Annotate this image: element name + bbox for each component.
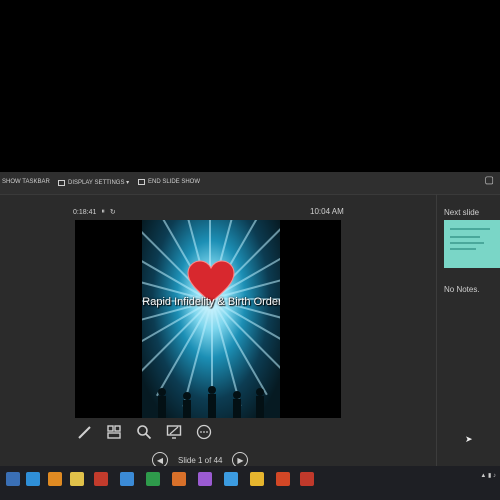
display-icon <box>58 179 65 186</box>
end-slide-show-label: END SLIDE SHOW <box>148 179 201 185</box>
folder-icon[interactable] <box>70 472 84 486</box>
app-icon[interactable] <box>250 472 264 486</box>
more-options-icon[interactable] <box>196 424 212 440</box>
clock: 10:04 AM <box>310 207 344 216</box>
current-slide[interactable]: Rapid Infidelity & Birth Order <box>142 220 280 418</box>
display-settings-button[interactable]: DISPLAY SETTINGS ▾ <box>58 179 129 186</box>
pause-icon[interactable]: ⏸ <box>101 208 105 216</box>
thumb-text-line <box>450 242 484 244</box>
speaker-notes[interactable]: No Notes. <box>444 285 480 294</box>
next-slide-thumbnail[interactable] <box>444 220 500 268</box>
start-icon[interactable] <box>6 472 20 486</box>
system-tray[interactable]: ▲ ▮ ♪ <box>480 472 496 479</box>
word-icon[interactable] <box>120 472 134 486</box>
slides-grid-icon[interactable] <box>106 424 122 440</box>
app-icon[interactable] <box>94 472 108 486</box>
thumb-text-line <box>450 248 476 250</box>
timer: 0:18:41 ⏸ ↻ <box>73 208 116 216</box>
top-black-area <box>0 0 500 172</box>
windows-taskbar: ▲ ▮ ♪ <box>0 466 500 500</box>
powerpoint-icon[interactable] <box>300 472 314 486</box>
mouse-cursor-icon: ➤ <box>465 434 473 444</box>
presenter-view: SHOW TASKBAR DISPLAY SETTINGS ▾ END SLID… <box>0 172 500 468</box>
firefox-icon[interactable] <box>48 472 62 486</box>
outlook-icon[interactable] <box>224 472 238 486</box>
slide-tools <box>76 424 212 440</box>
slide-counter[interactable]: Slide 1 of 44 <box>178 456 222 465</box>
slide-title: Rapid Infidelity & Birth Order <box>142 296 280 308</box>
next-slide-label: Next slide <box>444 208 480 217</box>
show-taskbar-label: SHOW TASKBAR <box>2 179 50 185</box>
show-taskbar-button[interactable]: SHOW TASKBAR <box>2 179 50 185</box>
onenote-icon[interactable] <box>198 472 212 486</box>
excel-icon[interactable] <box>146 472 160 486</box>
ie-icon[interactable] <box>26 472 40 486</box>
arrow-left-icon: ◀ <box>156 455 164 465</box>
panel-divider[interactable] <box>436 194 437 466</box>
end-slide-show-button[interactable]: END SLIDE SHOW <box>138 179 200 185</box>
tray-icons: ▲ ▮ ♪ <box>480 473 496 479</box>
people-silhouettes <box>158 386 264 418</box>
window-control-icon[interactable]: ▢ <box>485 175 494 186</box>
thumb-title-line <box>450 228 490 230</box>
pen-icon[interactable] <box>76 424 92 440</box>
end-show-icon <box>138 179 145 185</box>
presenter-toolbar: SHOW TASKBAR DISPLAY SETTINGS ▾ END SLID… <box>0 172 500 195</box>
display-settings-label: DISPLAY SETTINGS ▾ <box>68 180 130 186</box>
app-icon[interactable] <box>172 472 186 486</box>
black-screen-icon[interactable] <box>166 424 182 440</box>
arrow-right-icon: ▶ <box>237 455 244 465</box>
powerpoint-icon[interactable] <box>276 472 290 486</box>
reset-icon[interactable]: ↻ <box>110 208 116 216</box>
zoom-icon[interactable] <box>136 424 152 440</box>
thumb-text-line <box>450 236 480 238</box>
timer-value: 0:18:41 <box>73 208 97 216</box>
current-slide-area[interactable]: Rapid Infidelity & Birth Order <box>75 220 341 418</box>
